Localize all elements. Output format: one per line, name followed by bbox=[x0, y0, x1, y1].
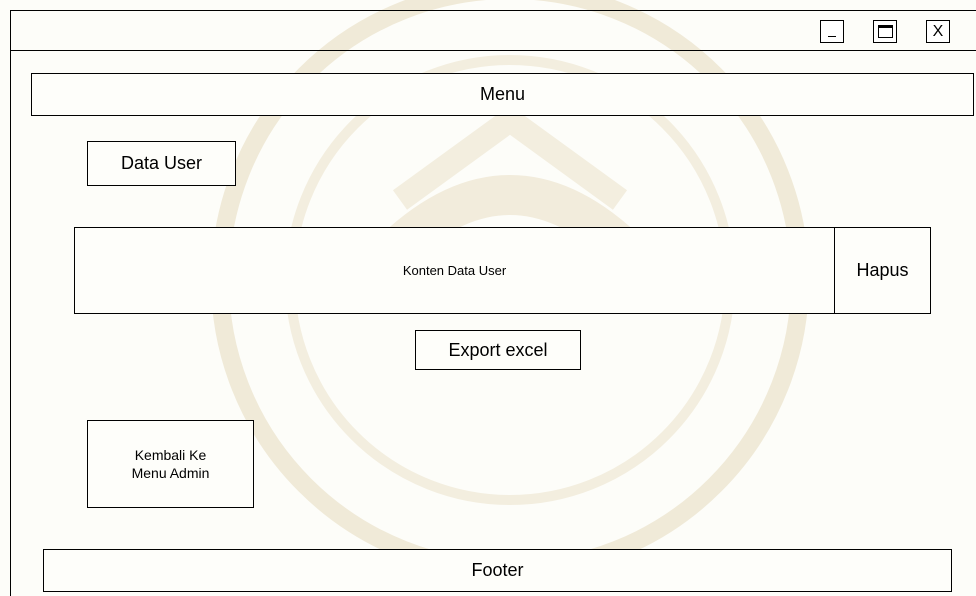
minimize-button[interactable] bbox=[820, 20, 844, 43]
back-to-admin-menu-button[interactable]: Kembali Ke Menu Admin bbox=[87, 420, 254, 508]
content-label: Konten Data User bbox=[402, 263, 507, 278]
delete-label: Hapus bbox=[856, 260, 909, 280]
menu-bar[interactable]: Menu bbox=[31, 73, 974, 116]
titlebar-divider bbox=[10, 50, 976, 51]
back-label-line1: Kembali Ke bbox=[134, 446, 207, 463]
user-data-content: Konten Data User bbox=[74, 227, 835, 314]
back-label-line2: Menu Admin bbox=[131, 465, 210, 481]
close-icon: X bbox=[932, 22, 944, 40]
export-excel-button[interactable]: Export excel bbox=[415, 330, 581, 370]
menu-label: Menu bbox=[479, 84, 526, 104]
delete-button[interactable]: Hapus bbox=[834, 227, 931, 314]
wireframe-canvas: X Menu Data User Konten Data User Hapus … bbox=[0, 0, 976, 596]
footer: Footer bbox=[43, 549, 952, 592]
minimize-icon bbox=[828, 36, 836, 37]
close-button[interactable]: X bbox=[926, 20, 950, 43]
maximize-button[interactable] bbox=[873, 20, 897, 43]
section-title: Data User bbox=[120, 153, 203, 173]
export-label: Export excel bbox=[448, 339, 548, 360]
footer-label: Footer bbox=[471, 560, 524, 580]
maximize-icon bbox=[877, 25, 893, 38]
data-user-title: Data User bbox=[87, 141, 236, 186]
